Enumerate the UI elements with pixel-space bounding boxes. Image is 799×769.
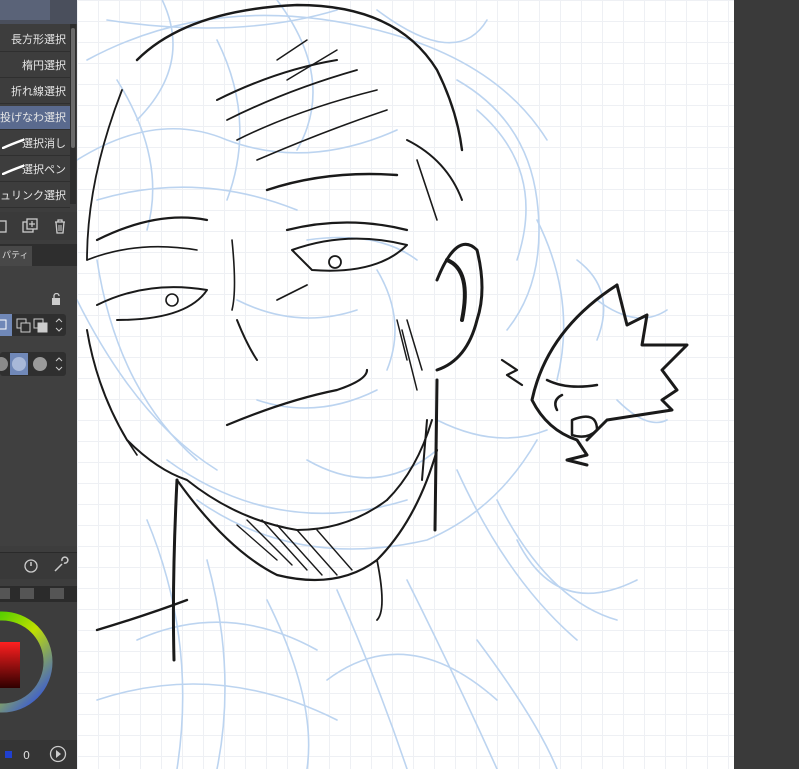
tool-label: 楕円選択 <box>22 59 66 72</box>
lock-icon[interactable] <box>50 290 62 305</box>
color-wheel[interactable] <box>0 606 56 726</box>
copy-tool-icon[interactable] <box>0 218 10 234</box>
color-tab-set[interactable] <box>20 588 34 599</box>
color-tab-wheel[interactable] <box>0 588 10 599</box>
color-panel-tabs <box>0 586 77 602</box>
tool-label: 選択消し <box>22 137 66 150</box>
antialias-group[interactable] <box>0 352 66 376</box>
tool-actions-row <box>0 212 77 240</box>
tool-label: 選択ペン <box>22 163 66 176</box>
tool-selection-pen[interactable]: 選択ペン <box>0 158 70 182</box>
tool-label: 長方形選択 <box>11 33 66 46</box>
tool-scrollbar[interactable] <box>70 24 76 204</box>
selection-mode-icons <box>0 318 63 333</box>
tab-tool-property[interactable]: パティ <box>0 246 32 266</box>
tool-polyline-select[interactable]: 折れ線選択 <box>0 80 70 104</box>
trash-icon[interactable] <box>52 218 68 234</box>
sketch-artwork <box>77 0 689 769</box>
right-workspace-margin <box>734 0 799 769</box>
brush-stroke-icon <box>2 139 24 149</box>
duplicate-icon[interactable] <box>22 218 38 234</box>
tool-panel: 長方形選択 楕円選択 折れ線選択 投げなわ選択 選択消し 選択ペン ュリンク選択… <box>0 0 77 769</box>
tool-shrink-select[interactable]: ュリンク選択 <box>0 184 70 208</box>
brush-stroke-icon <box>2 165 24 175</box>
tool-label: 折れ線選択 <box>11 85 66 98</box>
tool-selection-eraser[interactable]: 選択消し <box>0 132 70 156</box>
property-footer-icons <box>24 556 69 573</box>
selection-mode-group[interactable] <box>0 314 66 336</box>
tool-property-area <box>0 266 77 546</box>
color-value-label: 0 <box>23 749 30 762</box>
tool-ellipse-select[interactable]: 楕円選択 <box>0 54 70 78</box>
play-icon[interactable] <box>49 745 67 763</box>
ink-layer <box>86 3 689 662</box>
color-tab-history[interactable] <box>50 588 64 599</box>
sub-color-swatch[interactable] <box>5 751 12 758</box>
tool-rect-select[interactable]: 長方形選択 <box>0 28 70 52</box>
tool-label: 投げなわ選択 <box>0 111 66 124</box>
property-footer <box>0 552 77 579</box>
property-tab-bar: パティ <box>0 244 77 266</box>
color-footer: 0 <box>0 740 77 769</box>
tool-label: ュリンク選択 <box>0 189 66 202</box>
tool-lasso-select[interactable]: 投げなわ選択 <box>0 106 70 130</box>
antialias-icons <box>0 353 63 375</box>
drawing-canvas[interactable] <box>77 0 734 769</box>
tool-panel-header <box>0 0 77 24</box>
